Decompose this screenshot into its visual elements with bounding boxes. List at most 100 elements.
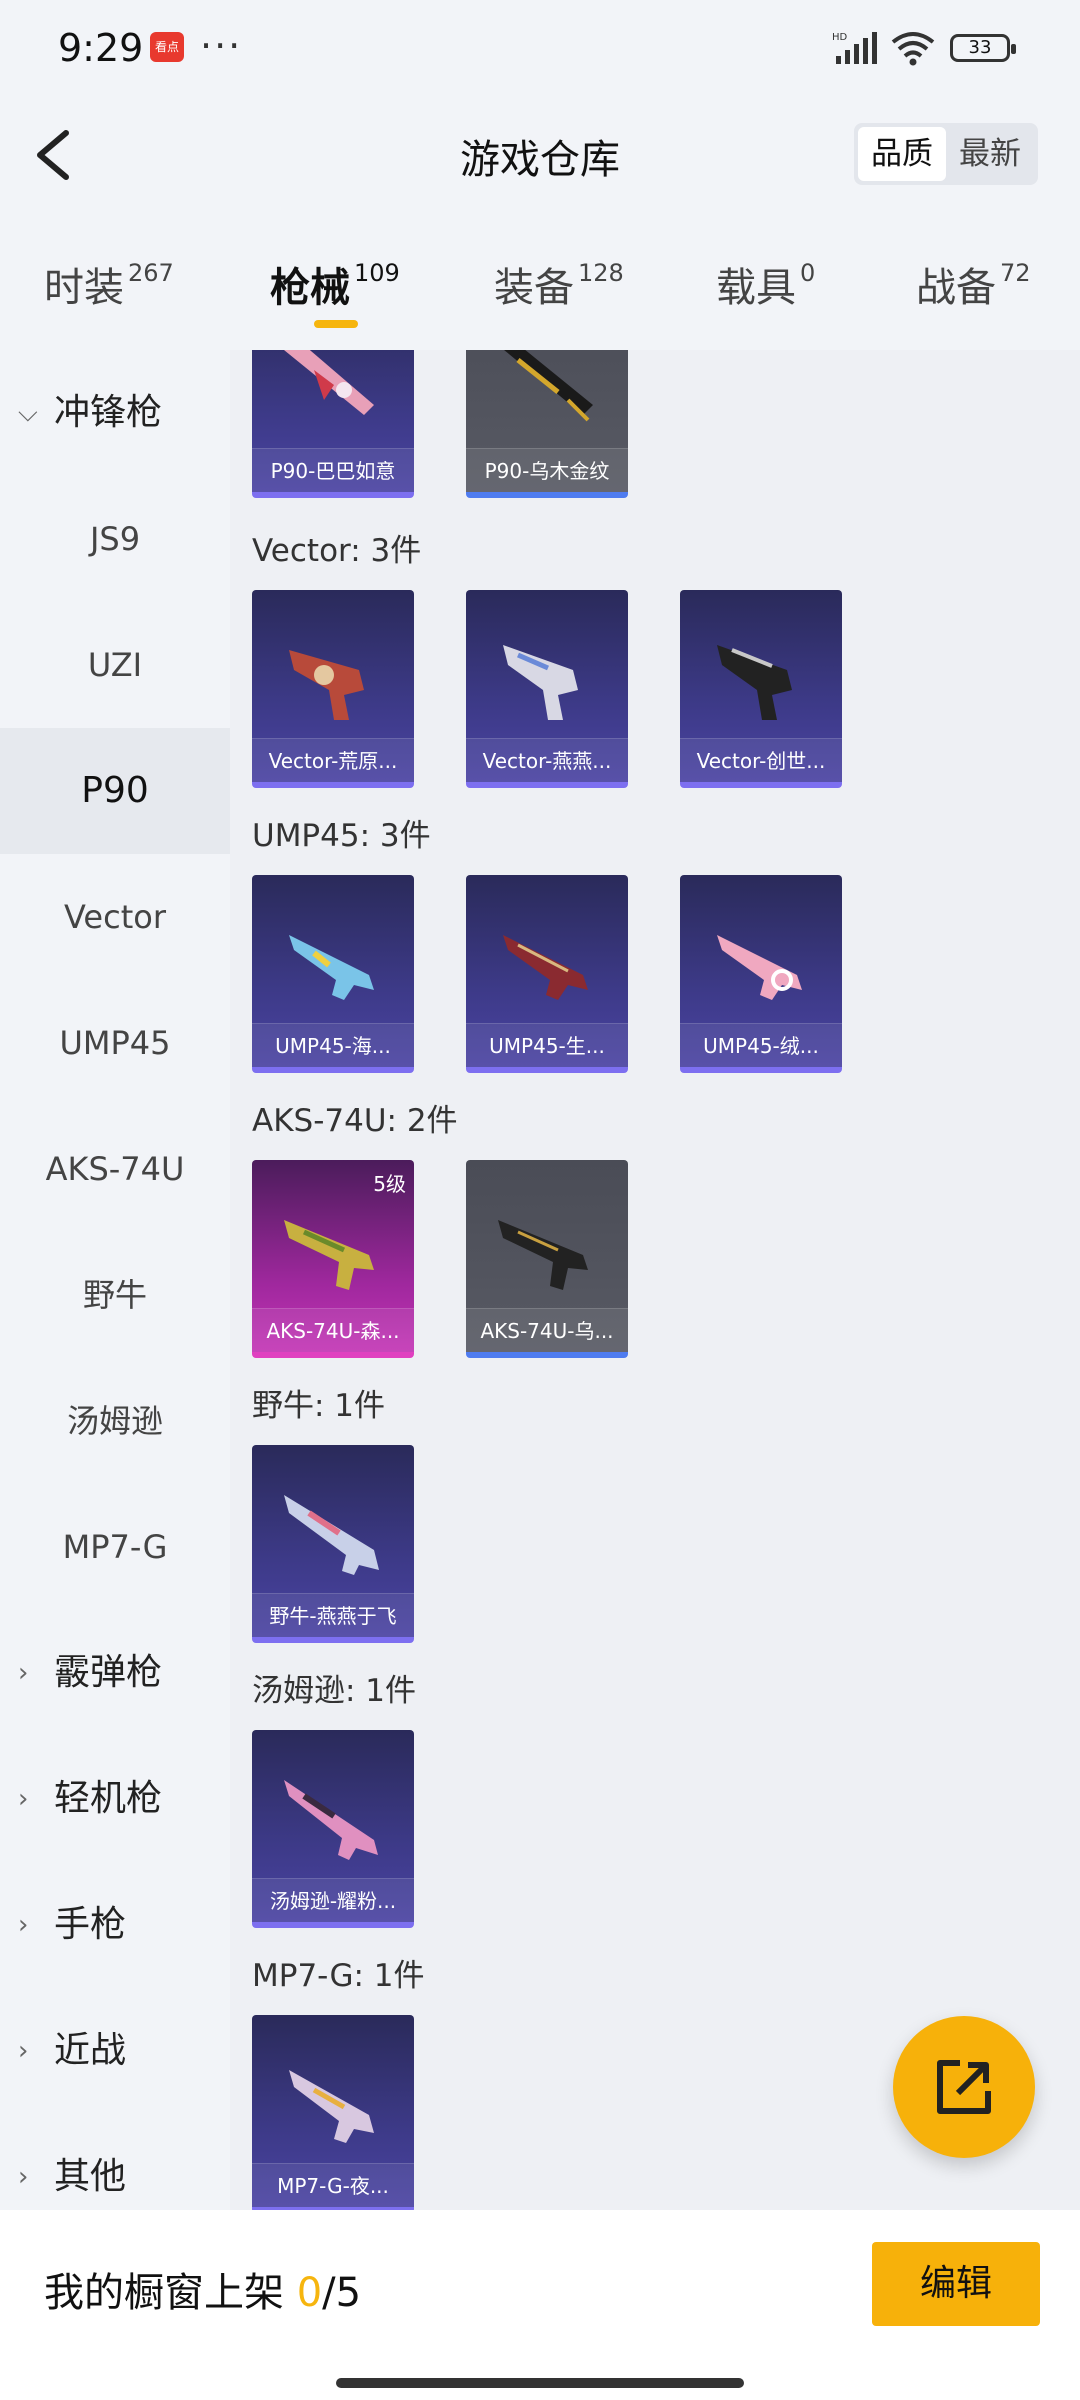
item-card[interactable]: MP7-G-夜...	[252, 2015, 414, 2210]
section-title-aks74u: AKS-74U: 2件	[252, 1103, 458, 1139]
item-name: 野牛-燕燕于飞	[252, 1593, 414, 1637]
item-name: Vector-燕燕...	[466, 738, 628, 782]
gun-skin-image	[289, 650, 364, 720]
gun-skin-image	[289, 2070, 374, 2143]
item-card[interactable]: Vector-创世...	[680, 590, 842, 788]
item-card[interactable]: P90-巴巴如意	[252, 350, 414, 498]
tab-supplies[interactable]: 战备 72	[916, 255, 1031, 313]
tab-count: 72	[1000, 259, 1031, 287]
tab-label: 装备	[494, 265, 574, 311]
gun-skin-image	[284, 1780, 378, 1860]
item-card[interactable]: UMP45-海...	[252, 875, 414, 1073]
tab-fashion[interactable]: 时装 267	[44, 255, 174, 313]
share-icon	[937, 2060, 991, 2114]
section-title-ump45: UMP45: 3件	[252, 818, 431, 854]
gun-skin-image	[503, 935, 588, 1000]
active-tab-indicator	[314, 320, 358, 328]
tab-count: 267	[128, 259, 174, 287]
sidebar-item-label: 霰弹枪	[54, 1652, 163, 1693]
sort-toggle: 品质 最新	[854, 123, 1038, 185]
item-name: UMP45-绒...	[680, 1023, 842, 1067]
tab-count: 0	[800, 259, 816, 287]
tab-vehicles[interactable]: 载具 0	[716, 255, 815, 313]
item-card[interactable]: 野牛-燕燕于飞	[252, 1445, 414, 1643]
tab-label: 时装	[44, 265, 124, 311]
sidebar-category-melee[interactable]: › 近战	[0, 1988, 230, 2114]
signal-icon: HD	[832, 32, 877, 64]
item-name: AKS-74U-乌...	[466, 1308, 628, 1352]
sort-quality-button[interactable]: 品质	[858, 127, 946, 181]
chevron-down-icon: ⌵	[18, 398, 38, 428]
gun-skin-image	[717, 645, 792, 720]
sidebar-category-shotgun[interactable]: › 霰弹枪	[0, 1610, 230, 1736]
item-card[interactable]: 汤姆逊-耀粉...	[252, 1730, 414, 1928]
sidebar-item-aks74u[interactable]: AKS-74U	[0, 1106, 230, 1232]
item-card[interactable]: Vector-燕燕...	[466, 590, 628, 788]
sidebar-item-js9[interactable]: JS9	[0, 476, 230, 602]
item-name: UMP45-生...	[466, 1023, 628, 1067]
chevron-right-icon: ›	[18, 1784, 29, 1814]
battery-icon: 33	[950, 34, 1016, 62]
header: 游戏仓库 品质 最新	[0, 95, 1080, 225]
home-indicator[interactable]	[336, 2378, 744, 2388]
share-button[interactable]	[893, 2016, 1035, 2158]
status-bar: 9:29 看点 ··· HD 33	[0, 0, 1080, 95]
gun-skin-image	[284, 1495, 379, 1575]
sidebar-item-ump45[interactable]: UMP45	[0, 980, 230, 1106]
section-title-mp7g: MP7-G: 1件	[252, 1958, 425, 1994]
sidebar-category-lmg[interactable]: › 轻机枪	[0, 1736, 230, 1862]
gun-skin-image	[289, 935, 374, 1000]
sidebar-item-p90[interactable]: P90	[0, 728, 230, 854]
tab-count: 109	[354, 259, 400, 287]
sidebar-item-label: 轻机枪	[54, 1778, 163, 1819]
sidebar-item-label: 手枪	[54, 1904, 127, 1945]
tab-guns[interactable]: 枪械 109	[270, 255, 400, 313]
tab-equipment[interactable]: 装备 128	[494, 255, 624, 313]
item-name: UMP45-海...	[252, 1023, 414, 1067]
item-name: 汤姆逊-耀粉...	[252, 1878, 414, 1922]
chevron-right-icon: ›	[18, 1910, 29, 1940]
item-card[interactable]: UMP45-绒...	[680, 875, 842, 1073]
sidebar-item-thompson[interactable]: 汤姆逊	[0, 1358, 230, 1484]
tab-label: 战备	[916, 265, 996, 311]
tab-label: 载具	[716, 265, 796, 311]
item-grid: P90-巴巴如意 P90-乌木金纹 Vector: 3件 Vector-荒原..…	[230, 350, 1080, 2210]
edit-button[interactable]: 编辑	[872, 2242, 1040, 2326]
status-time: 9:29	[58, 26, 144, 70]
sidebar-item-vector[interactable]: Vector	[0, 854, 230, 980]
gun-skin-image	[717, 935, 802, 1000]
wifi-icon	[891, 32, 935, 66]
item-card[interactable]: UMP45-生...	[466, 875, 628, 1073]
item-card[interactable]: Vector-荒原...	[252, 590, 414, 788]
showcase-count: 0	[296, 2270, 323, 2316]
showcase-total: /5	[322, 2270, 362, 2316]
svg-text:HD: HD	[832, 32, 848, 43]
sidebar-item-label: 近战	[54, 2030, 127, 2071]
showcase-label: 我的橱窗上架	[44, 2270, 297, 2316]
sidebar: ⌵ 冲锋枪 JS9 UZI P90 Vector UMP45 AKS-74U 野牛…	[0, 350, 230, 2210]
showcase-status: 我的橱窗上架 0/5	[44, 2260, 361, 2318]
sidebar-item-uzi[interactable]: UZI	[0, 602, 230, 728]
sidebar-category-pistol[interactable]: › 手枪	[0, 1862, 230, 1988]
news-app-icon: 看点	[150, 32, 184, 62]
gun-skin-image	[504, 350, 593, 422]
item-card[interactable]: P90-乌木金纹	[466, 350, 628, 498]
sidebar-category-smg[interactable]: ⌵ 冲锋枪	[0, 350, 230, 476]
sidebar-item-mp7g[interactable]: MP7-G	[0, 1484, 230, 1610]
tab-count: 128	[578, 259, 624, 287]
sort-latest-button[interactable]: 最新	[946, 127, 1034, 181]
section-title-bizon: 野牛: 1件	[252, 1388, 386, 1424]
gun-skin-image	[498, 1220, 588, 1290]
item-card[interactable]: 5级 AKS-74U-森...	[252, 1160, 414, 1358]
item-card[interactable]: AKS-74U-乌...	[466, 1160, 628, 1358]
sidebar-item-bizon[interactable]: 野牛	[0, 1232, 230, 1358]
item-name: Vector-创世...	[680, 738, 842, 782]
sidebar-item-label: 冲锋枪	[54, 392, 163, 433]
section-title-vector: Vector: 3件	[252, 533, 422, 569]
chevron-right-icon: ›	[18, 1658, 29, 1688]
more-notifications-icon: ···	[200, 24, 243, 68]
gun-skin-image	[503, 645, 578, 720]
item-name: MP7-G-夜...	[252, 2163, 414, 2207]
item-name: AKS-74U-森...	[252, 1308, 414, 1352]
item-name: P90-乌木金纹	[466, 448, 628, 492]
